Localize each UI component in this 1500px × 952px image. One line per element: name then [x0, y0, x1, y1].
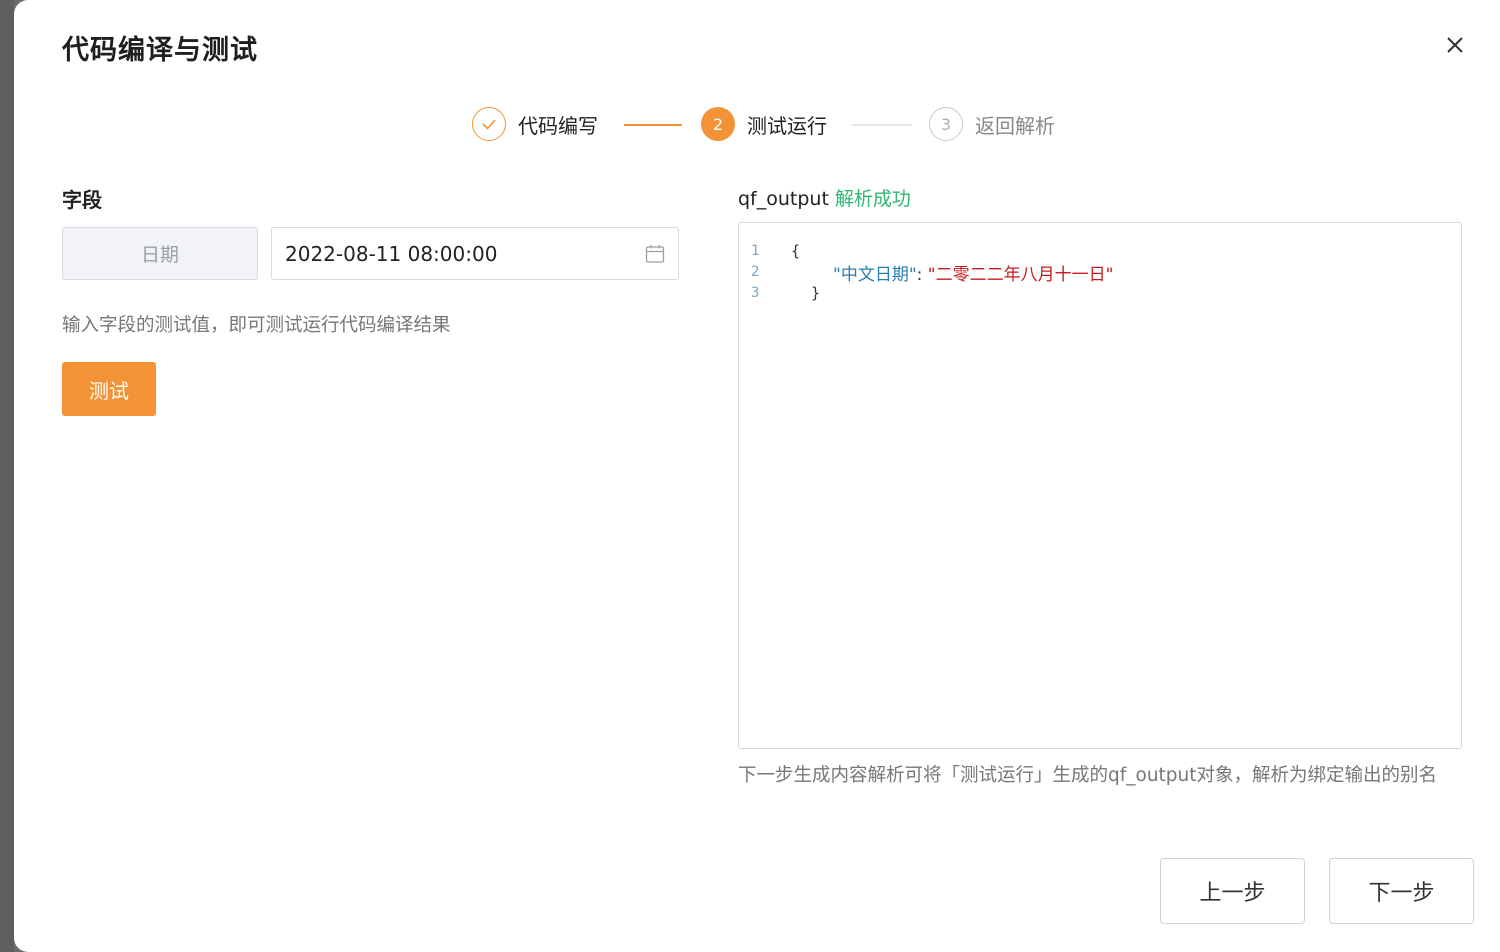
json-key: "中文日期"	[833, 264, 917, 285]
dialog-title: 代码编译与测试	[62, 35, 258, 66]
calendar-icon[interactable]	[644, 243, 666, 265]
step-return-parse: 3 返回解析	[929, 104, 1055, 144]
line-number: 1	[751, 243, 760, 259]
step-number: 2	[701, 107, 735, 141]
output-name: qf_output	[738, 188, 829, 210]
close-icon[interactable]	[1440, 30, 1470, 60]
prev-step-button[interactable]: 上一步	[1160, 858, 1305, 924]
field-hint: 输入字段的测试值，即可测试运行代码编译结果	[62, 315, 451, 336]
line-number: 3	[751, 285, 760, 301]
date-value: 2022-08-11 08:00:00	[285, 241, 498, 266]
step-code-writing: 代码编写	[472, 104, 598, 144]
field-section-title: 字段	[62, 188, 102, 212]
step-label: 返回解析	[975, 113, 1055, 138]
next-step-button[interactable]: 下一步	[1329, 858, 1474, 924]
step-label: 测试运行	[747, 113, 827, 138]
step-label: 代码编写	[518, 113, 598, 138]
step-number: 3	[929, 107, 963, 141]
field-name-tag: 日期	[62, 227, 258, 280]
line-number: 2	[751, 264, 760, 280]
output-hint: 下一步生成内容解析可将「测试运行」生成的qf_output对象，解析为绑定输出的…	[738, 765, 1438, 786]
test-button[interactable]: 测试	[62, 362, 156, 416]
date-input[interactable]: 2022-08-11 08:00:00	[271, 227, 679, 280]
json-value: "二零二二年八月十一日"	[927, 264, 1114, 285]
code-compile-dialog: 代码编译与测试 代码编写 2 测试运行 3 返回解析 字段 日期 2022-08…	[14, 0, 1500, 952]
output-header: qf_output 解析成功	[738, 184, 911, 211]
check-icon	[472, 107, 506, 141]
step-connector	[852, 124, 912, 126]
step-connector	[624, 124, 682, 126]
parse-status: 解析成功	[834, 188, 911, 210]
json-colon: :	[916, 264, 928, 285]
json-open-brace: {	[791, 242, 801, 260]
steps-bar: 代码编写 2 测试运行 3 返回解析	[14, 104, 1500, 144]
backdrop	[0, 0, 14, 952]
json-output-viewer[interactable]: 1 { 2 "中文日期": "二零二二年八月十一日" 3 }	[738, 222, 1462, 749]
json-entry: "中文日期": "二零二二年八月十一日"	[833, 260, 1113, 285]
step-test-run: 2 测试运行	[701, 104, 827, 144]
json-close-brace: }	[811, 284, 821, 302]
